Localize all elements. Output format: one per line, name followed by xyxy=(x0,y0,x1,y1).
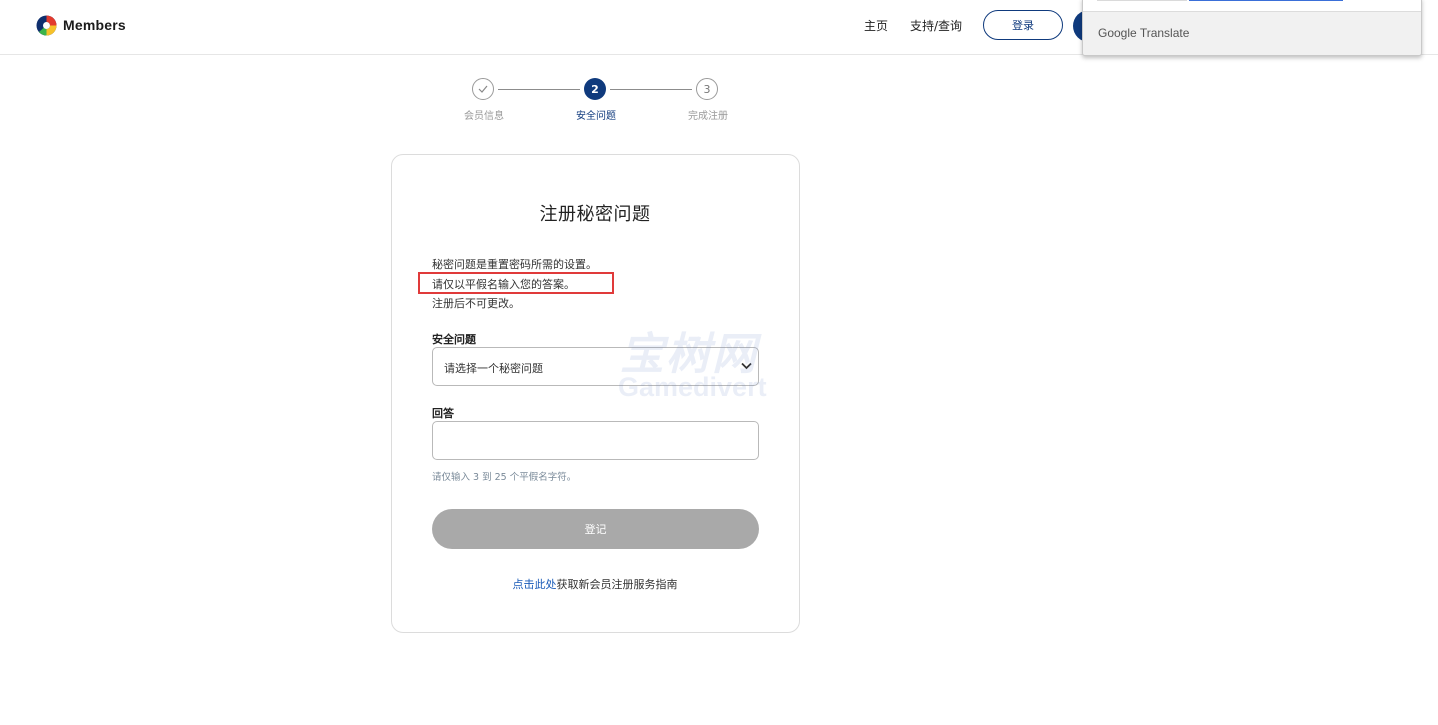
watermark-en: Gamedivert xyxy=(618,372,767,402)
description-line: 秘密问题是重置密码所需的设置。 xyxy=(432,258,597,271)
signup-guide-text: 点击此处获取新会员注册服务指南 xyxy=(0,576,1190,592)
answer-hint: 请仅输入 3 到 25 个平假名字符。 xyxy=(432,472,577,483)
step-1-label: 会员信息 xyxy=(464,111,504,122)
answer-input[interactable] xyxy=(432,421,759,460)
login-button[interactable]: 登录 xyxy=(983,10,1063,40)
google-translate-label: Google Translate xyxy=(1098,26,1190,40)
step-2-circle: 2 xyxy=(584,78,606,100)
select-value: 请选择一个秘密问题 xyxy=(444,362,543,375)
question-label: 安全问题 xyxy=(432,333,476,346)
nav-support-link[interactable]: 支持/查询 xyxy=(910,17,962,34)
guide-text: 获取新会员注册服务指南 xyxy=(556,578,678,591)
check-icon xyxy=(478,85,488,93)
members-logo-icon[interactable] xyxy=(36,14,57,37)
nav-home-link[interactable]: 主页 xyxy=(864,17,888,34)
step-2-label: 安全问题 xyxy=(576,111,616,122)
step-3-circle: 3 xyxy=(696,78,718,100)
step-1-circle xyxy=(472,78,494,100)
step-connector-2 xyxy=(610,89,692,90)
step-connector-1 xyxy=(498,89,580,90)
translate-toolbar xyxy=(1083,0,1421,12)
register-button[interactable]: 登记 xyxy=(432,509,759,549)
answer-label: 回答 xyxy=(432,407,454,420)
guide-link[interactable]: 点击此处 xyxy=(513,578,557,591)
form-title: 注册秘密问题 xyxy=(539,204,651,225)
annotation-highlight-box xyxy=(418,272,614,294)
brand-name[interactable]: Members xyxy=(63,17,126,33)
step-3-label: 完成注册 xyxy=(688,111,728,122)
translate-active-line xyxy=(1189,0,1343,1)
google-translate-popup: Google Translate xyxy=(1082,0,1422,56)
description-line: 注册后不可更改。 xyxy=(432,297,520,310)
translate-tab-line xyxy=(1097,0,1187,1)
